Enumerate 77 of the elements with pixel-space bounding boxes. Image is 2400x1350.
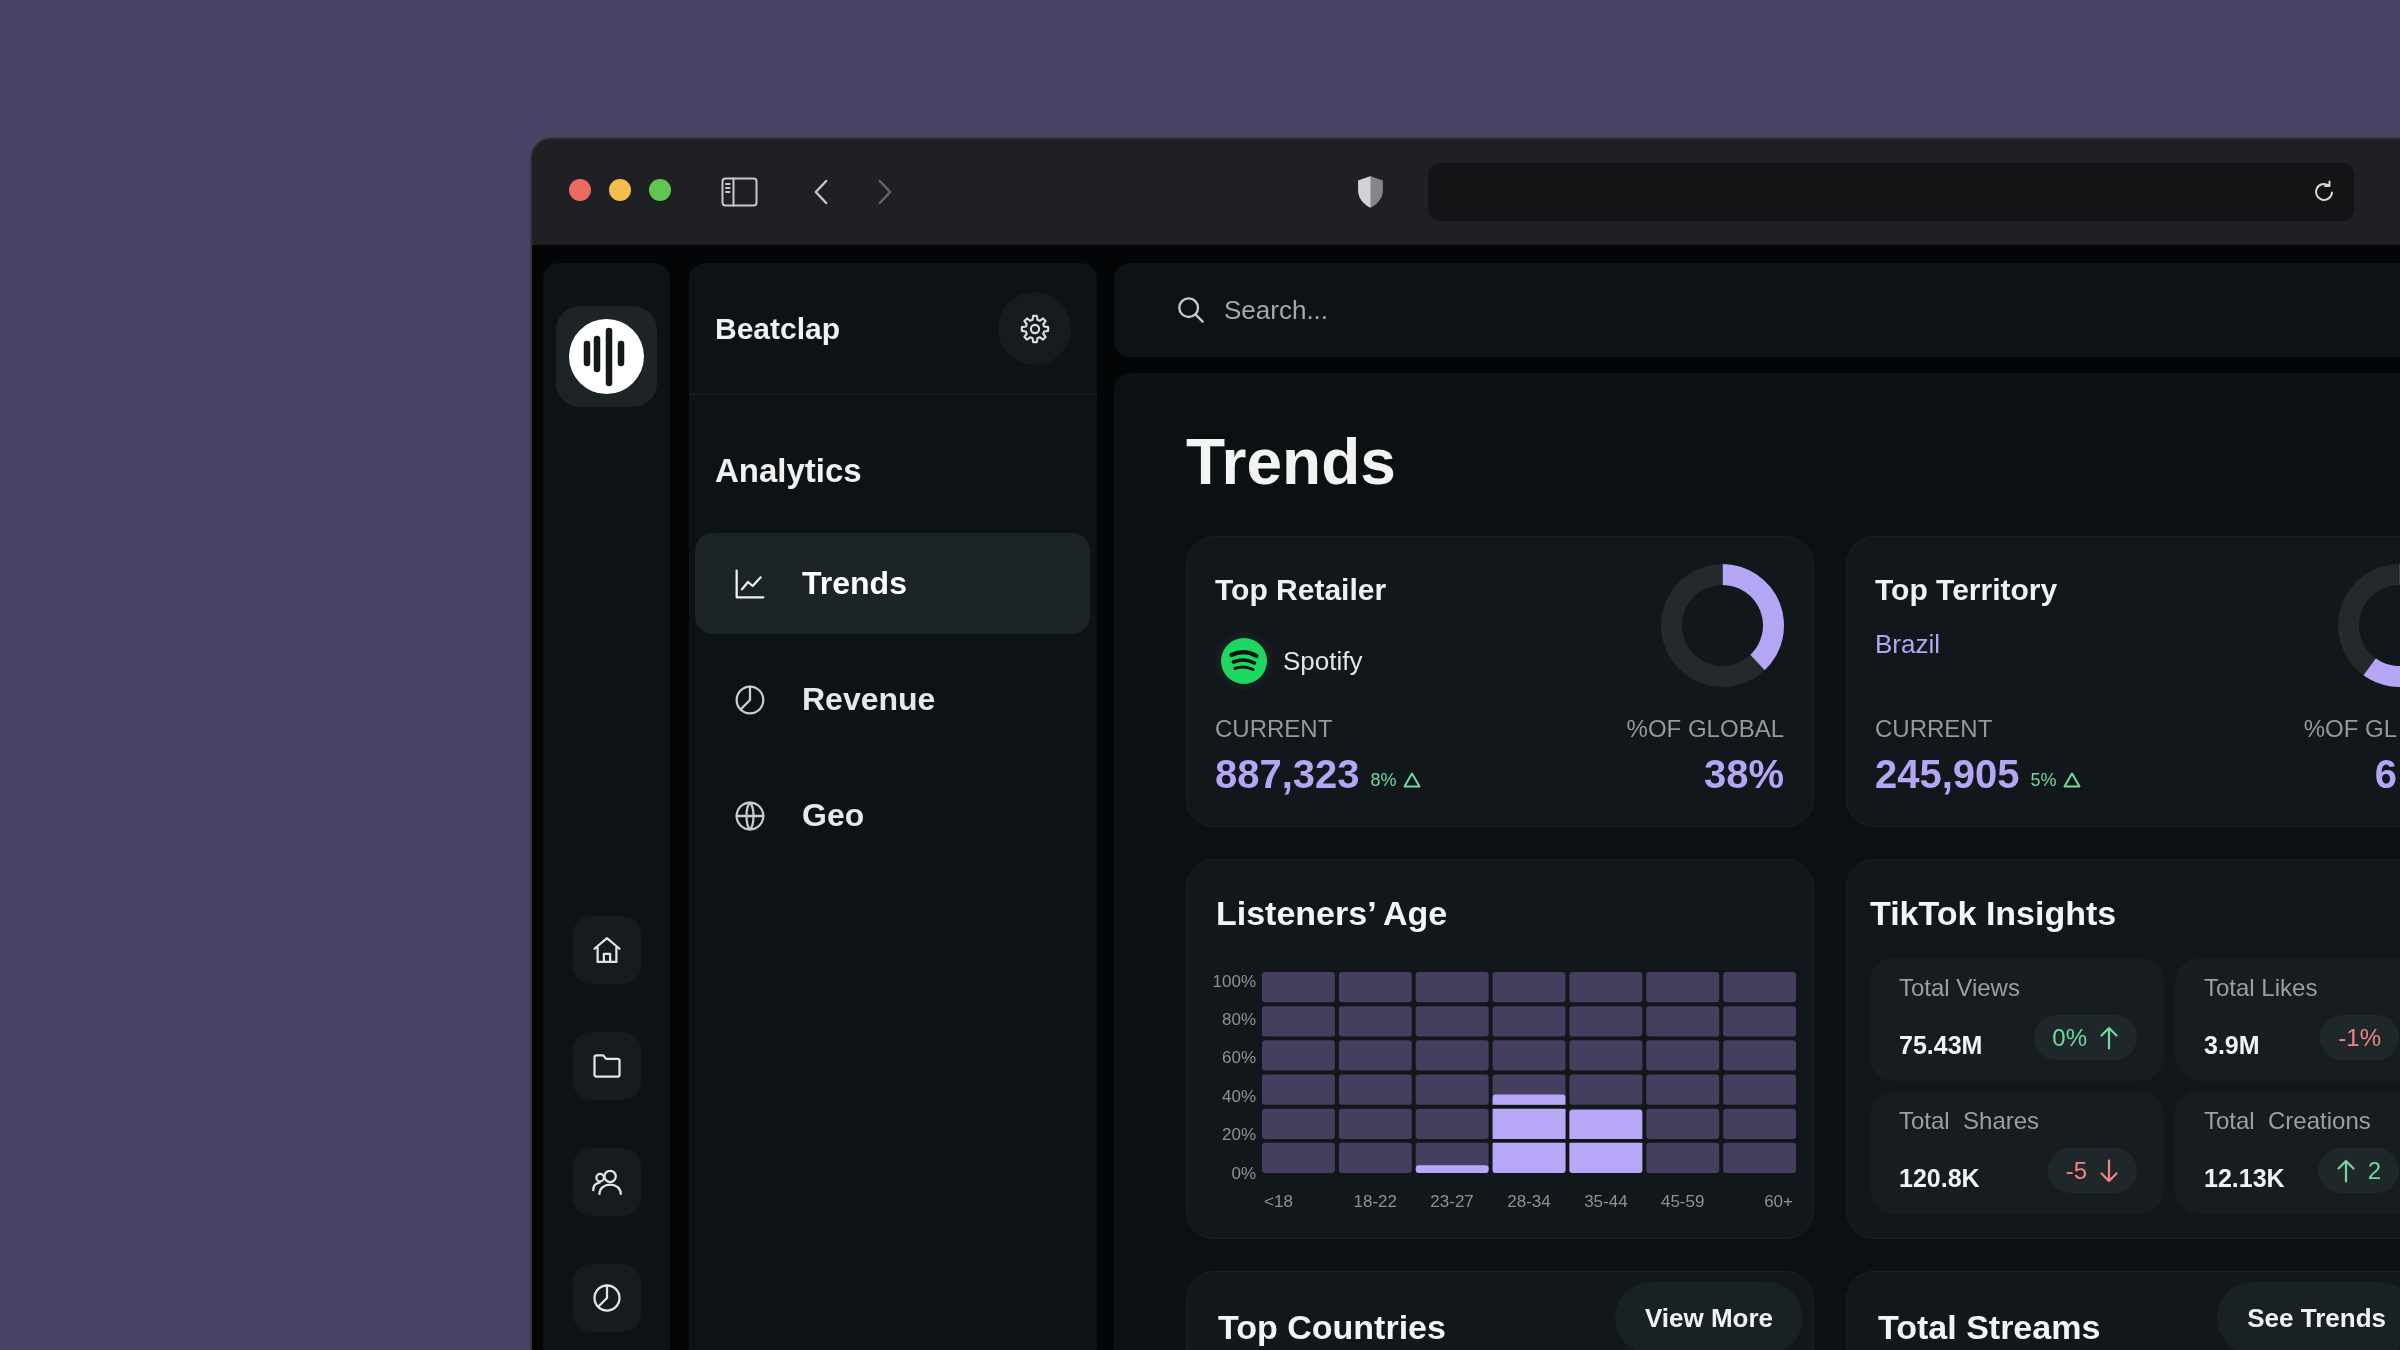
card-action-button[interactable]: View More <box>1614 1282 1803 1350</box>
card-title: Top Countries <box>1218 1307 1446 1347</box>
home-button[interactable] <box>572 916 641 984</box>
refresh-icon[interactable] <box>2312 180 2336 204</box>
line-chart-icon <box>734 567 766 600</box>
retailer-name: Spotify <box>1283 645 1363 677</box>
x-axis-label: 45-59 <box>1660 1191 1705 1211</box>
window-close-icon[interactable] <box>569 179 591 201</box>
window-maximize-icon[interactable] <box>649 179 671 201</box>
stat-label: CURRENT <box>1875 715 1994 743</box>
metric-label: Total Views <box>1899 974 2021 1002</box>
arrow-down-icon <box>2099 1158 2119 1183</box>
y-axis-label: 40% <box>1221 1086 1256 1106</box>
change-value: -5 <box>2065 1156 2087 1185</box>
change-value: 0% <box>2052 1023 2087 1052</box>
pie-chart-icon <box>591 1283 622 1313</box>
address-field[interactable] <box>1428 163 2354 221</box>
search-icon <box>1177 296 1205 324</box>
stat-value: 887,323 <box>1215 752 1360 796</box>
card-title: TikTok Insights <box>1870 893 2118 933</box>
globe-icon <box>734 799 766 832</box>
users-icon <box>591 1167 622 1197</box>
metric-label: Total Shares <box>1899 1107 2041 1135</box>
metric-value: 3.9M <box>2204 1030 2260 1060</box>
folder-button[interactable] <box>572 1032 641 1100</box>
metric-label: Total Likes <box>2204 974 2319 1002</box>
arrow-up-icon <box>2099 1025 2119 1050</box>
users-button[interactable] <box>572 1148 641 1216</box>
x-axis-label: 18-22 <box>1353 1191 1398 1211</box>
territory-name: Brazil <box>1875 628 1941 660</box>
stat-label: %OF GLOBAL <box>1626 715 1784 743</box>
change-value: 2 <box>2367 1156 2381 1185</box>
search-field[interactable]: Search... <box>1224 294 1824 326</box>
home-icon <box>591 935 622 965</box>
stat-label: %OF GL <box>2303 715 2397 743</box>
settings-icon <box>1019 313 1050 344</box>
stat-label: CURRENT <box>1215 715 1334 743</box>
x-axis-label: <18 <box>1264 1191 1293 1211</box>
y-axis-label: 20% <box>1221 1125 1256 1145</box>
pie-chart-icon <box>734 683 766 716</box>
x-axis-label: 35-44 <box>1584 1191 1628 1211</box>
sidebar-icon[interactable] <box>721 177 758 207</box>
stat-value: 6 <box>2374 752 2397 796</box>
card-title: Total Streams <box>1878 1307 2101 1347</box>
metric-label: Total Creations <box>2204 1107 2372 1135</box>
change-percent: 8% <box>1370 770 1397 790</box>
stat-value: 38% <box>1703 752 1784 796</box>
y-axis-label: 100% <box>1212 971 1256 991</box>
change-value: -1% <box>2338 1023 2381 1052</box>
card-title: Top Territory <box>1875 572 2059 608</box>
card-action-button[interactable]: See Trends <box>2217 1282 2400 1350</box>
x-axis-label: 28-34 <box>1507 1191 1551 1211</box>
shield-icon[interactable] <box>1357 174 1384 210</box>
metric-value: 12.13K <box>2204 1163 2285 1193</box>
arrow-up-icon <box>2335 1158 2356 1183</box>
x-axis-label: 23-27 <box>1430 1191 1474 1211</box>
change-percent: 5% <box>2030 770 2057 790</box>
metric-value: 75.43M <box>1899 1030 1983 1060</box>
app-name: Beatclap <box>715 311 841 346</box>
metric-value: 120.8K <box>1899 1163 1980 1193</box>
nav-item[interactable]: Geo <box>695 765 1090 866</box>
card-title: Listeners’ Age <box>1216 893 1449 933</box>
logo-icon <box>556 306 657 407</box>
y-axis-label: 80% <box>1221 1010 1256 1030</box>
section-heading: Analytics <box>715 451 863 491</box>
y-axis-label: 0% <box>1231 1163 1256 1183</box>
folder-icon <box>591 1051 622 1081</box>
window-minimize-icon[interactable] <box>609 179 631 201</box>
chevron-left-icon[interactable] <box>813 179 829 205</box>
page-title: Trends <box>1186 430 1397 494</box>
nav-item[interactable]: Trends <box>695 533 1090 634</box>
pie-chart-button[interactable] <box>572 1264 641 1332</box>
nav-item[interactable]: Revenue <box>695 649 1090 750</box>
stat-value: 245,905 <box>1875 752 2020 796</box>
card-title: Top Retailer <box>1215 572 1388 608</box>
y-axis-label: 60% <box>1221 1048 1256 1068</box>
x-axis-label: 60+ <box>1764 1191 1793 1211</box>
